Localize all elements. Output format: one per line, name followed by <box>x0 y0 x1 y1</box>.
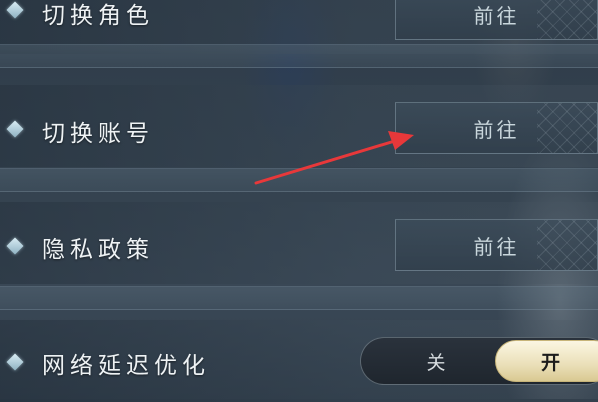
arrow-shaft <box>254 138 400 185</box>
red-annotation-arrow <box>254 131 414 185</box>
arrow-head <box>388 131 414 150</box>
